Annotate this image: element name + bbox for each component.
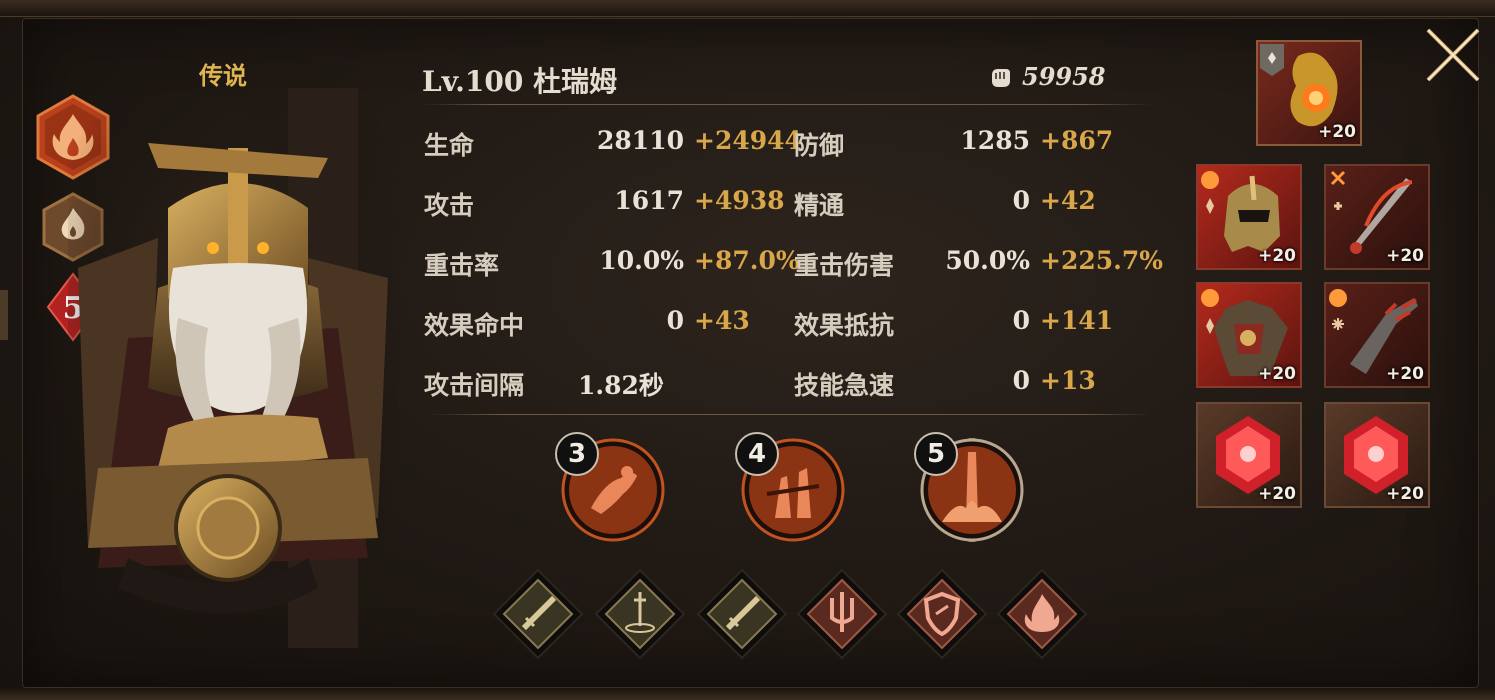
stat-base: 1285 — [960, 126, 1030, 155]
stat-label: 效果抵抗 — [794, 311, 895, 340]
stat-label: 精通 — [794, 191, 845, 220]
equip-enhance-level: +20 — [1258, 364, 1296, 384]
equip-enhance-level: +20 — [1318, 122, 1356, 142]
sword-icon[interactable] — [696, 568, 788, 660]
stat-base: 28110 — [597, 126, 684, 155]
stat-label: 攻击 — [424, 191, 475, 220]
stat-effect-hit: 效果命中 0 +43 — [424, 306, 764, 340]
equip-enhance-level: +20 — [1258, 484, 1296, 504]
stat-label: 攻击间隔 — [424, 371, 525, 400]
stat-base: 1617 — [614, 186, 684, 215]
trident-icon[interactable] — [796, 568, 888, 660]
equip-slot-amulet[interactable]: +20 — [1256, 40, 1362, 146]
equip-slot-gem-left[interactable]: +20 — [1196, 402, 1302, 508]
stat-label: 重击率 — [424, 251, 500, 280]
skill-slot-2[interactable]: 4 — [735, 432, 845, 542]
bottom-frame — [0, 688, 1495, 700]
stat-attack: 攻击 1617 +4938 — [424, 186, 785, 220]
stat-label: 生命 — [424, 131, 475, 160]
equip-slot-dagger[interactable]: +20 — [1324, 164, 1430, 270]
stat-label: 效果命中 — [424, 311, 525, 340]
stat-mastery: 精通 0 +42 — [794, 186, 1154, 220]
sword-icon[interactable] — [492, 568, 584, 660]
equip-slot-gauntlet[interactable]: +20 — [1324, 282, 1430, 388]
shield-icon[interactable] — [896, 568, 988, 660]
skill-level-badge: 4 — [735, 432, 779, 476]
stats-divider — [430, 414, 1152, 415]
skill-level-badge: 5 — [914, 432, 958, 476]
stat-base: 10.0% — [599, 246, 684, 275]
fist-power-icon — [992, 69, 1010, 87]
stat-defense: 防御 1285 +867 — [794, 126, 1154, 160]
close-icon[interactable] — [1424, 26, 1482, 84]
equip-slot-gem-right[interactable]: +20 — [1324, 402, 1430, 508]
equip-enhance-level: +20 — [1258, 246, 1296, 266]
stat-bonus: +24944 — [694, 126, 802, 155]
hero-header: Lv.100 杜瑞姆 59958 — [422, 56, 1152, 100]
skill-slot-3[interactable]: 5 — [914, 428, 1024, 552]
equip-slot-armor[interactable]: +20 — [1196, 282, 1302, 388]
stat-crit-damage: 重击伤害 50.0% +225.7% — [794, 246, 1163, 280]
stat-bonus: +42 — [1040, 186, 1096, 215]
hero-detail-panel: 传说 5 — [0, 0, 1495, 700]
hero-portrait — [68, 88, 398, 648]
equip-enhance-level: +20 — [1386, 484, 1424, 504]
stat-bonus: +87.0% — [694, 246, 800, 275]
stat-bonus: +43 — [694, 306, 750, 335]
stat-attack-interval: 攻击间隔 1.82秒 — [424, 366, 764, 400]
hero-level-name: Lv.100 杜瑞姆 — [422, 65, 618, 98]
stat-base: 0 — [1012, 306, 1030, 335]
rarity-label: 传说 — [199, 61, 247, 90]
equip-slot-helmet[interactable]: +20 — [1196, 164, 1302, 270]
stat-hp: 生命 28110 +24944 — [424, 126, 802, 160]
skill-level-badge: 3 — [555, 432, 599, 476]
stat-bonus: +867 — [1040, 126, 1114, 155]
combat-power-value: 59958 — [1022, 62, 1106, 91]
equip-enhance-level: +20 — [1386, 246, 1424, 266]
stat-label: 防御 — [794, 131, 845, 160]
stat-label: 技能急速 — [794, 371, 895, 400]
stat-base: 0 — [1012, 366, 1030, 395]
header-divider — [422, 104, 1152, 105]
stat-base: 0 — [1012, 186, 1030, 215]
top-frame — [0, 0, 1495, 17]
equip-enhance-level: +20 — [1386, 364, 1424, 384]
sword-ground-icon[interactable] — [594, 568, 686, 660]
left-edge-tab — [0, 290, 8, 340]
stat-bonus: +225.7% — [1040, 246, 1163, 275]
stat-base: 50.0% — [945, 246, 1030, 275]
stat-skill-haste: 技能急速 0 +13 — [794, 366, 1154, 400]
stat-base: 1.82秒 — [578, 371, 664, 400]
stat-effect-resist: 效果抵抗 0 +141 — [794, 306, 1154, 340]
stat-crit-rate: 重击率 10.0% +87.0% — [424, 246, 800, 280]
stat-label: 重击伤害 — [794, 251, 895, 280]
skill-slot-1[interactable]: 3 — [555, 432, 665, 542]
stat-bonus: +141 — [1040, 306, 1114, 335]
flame-icon[interactable] — [996, 568, 1088, 660]
stat-bonus: +4938 — [694, 186, 785, 215]
stat-base: 0 — [666, 306, 684, 335]
stat-bonus: +13 — [1040, 366, 1096, 395]
